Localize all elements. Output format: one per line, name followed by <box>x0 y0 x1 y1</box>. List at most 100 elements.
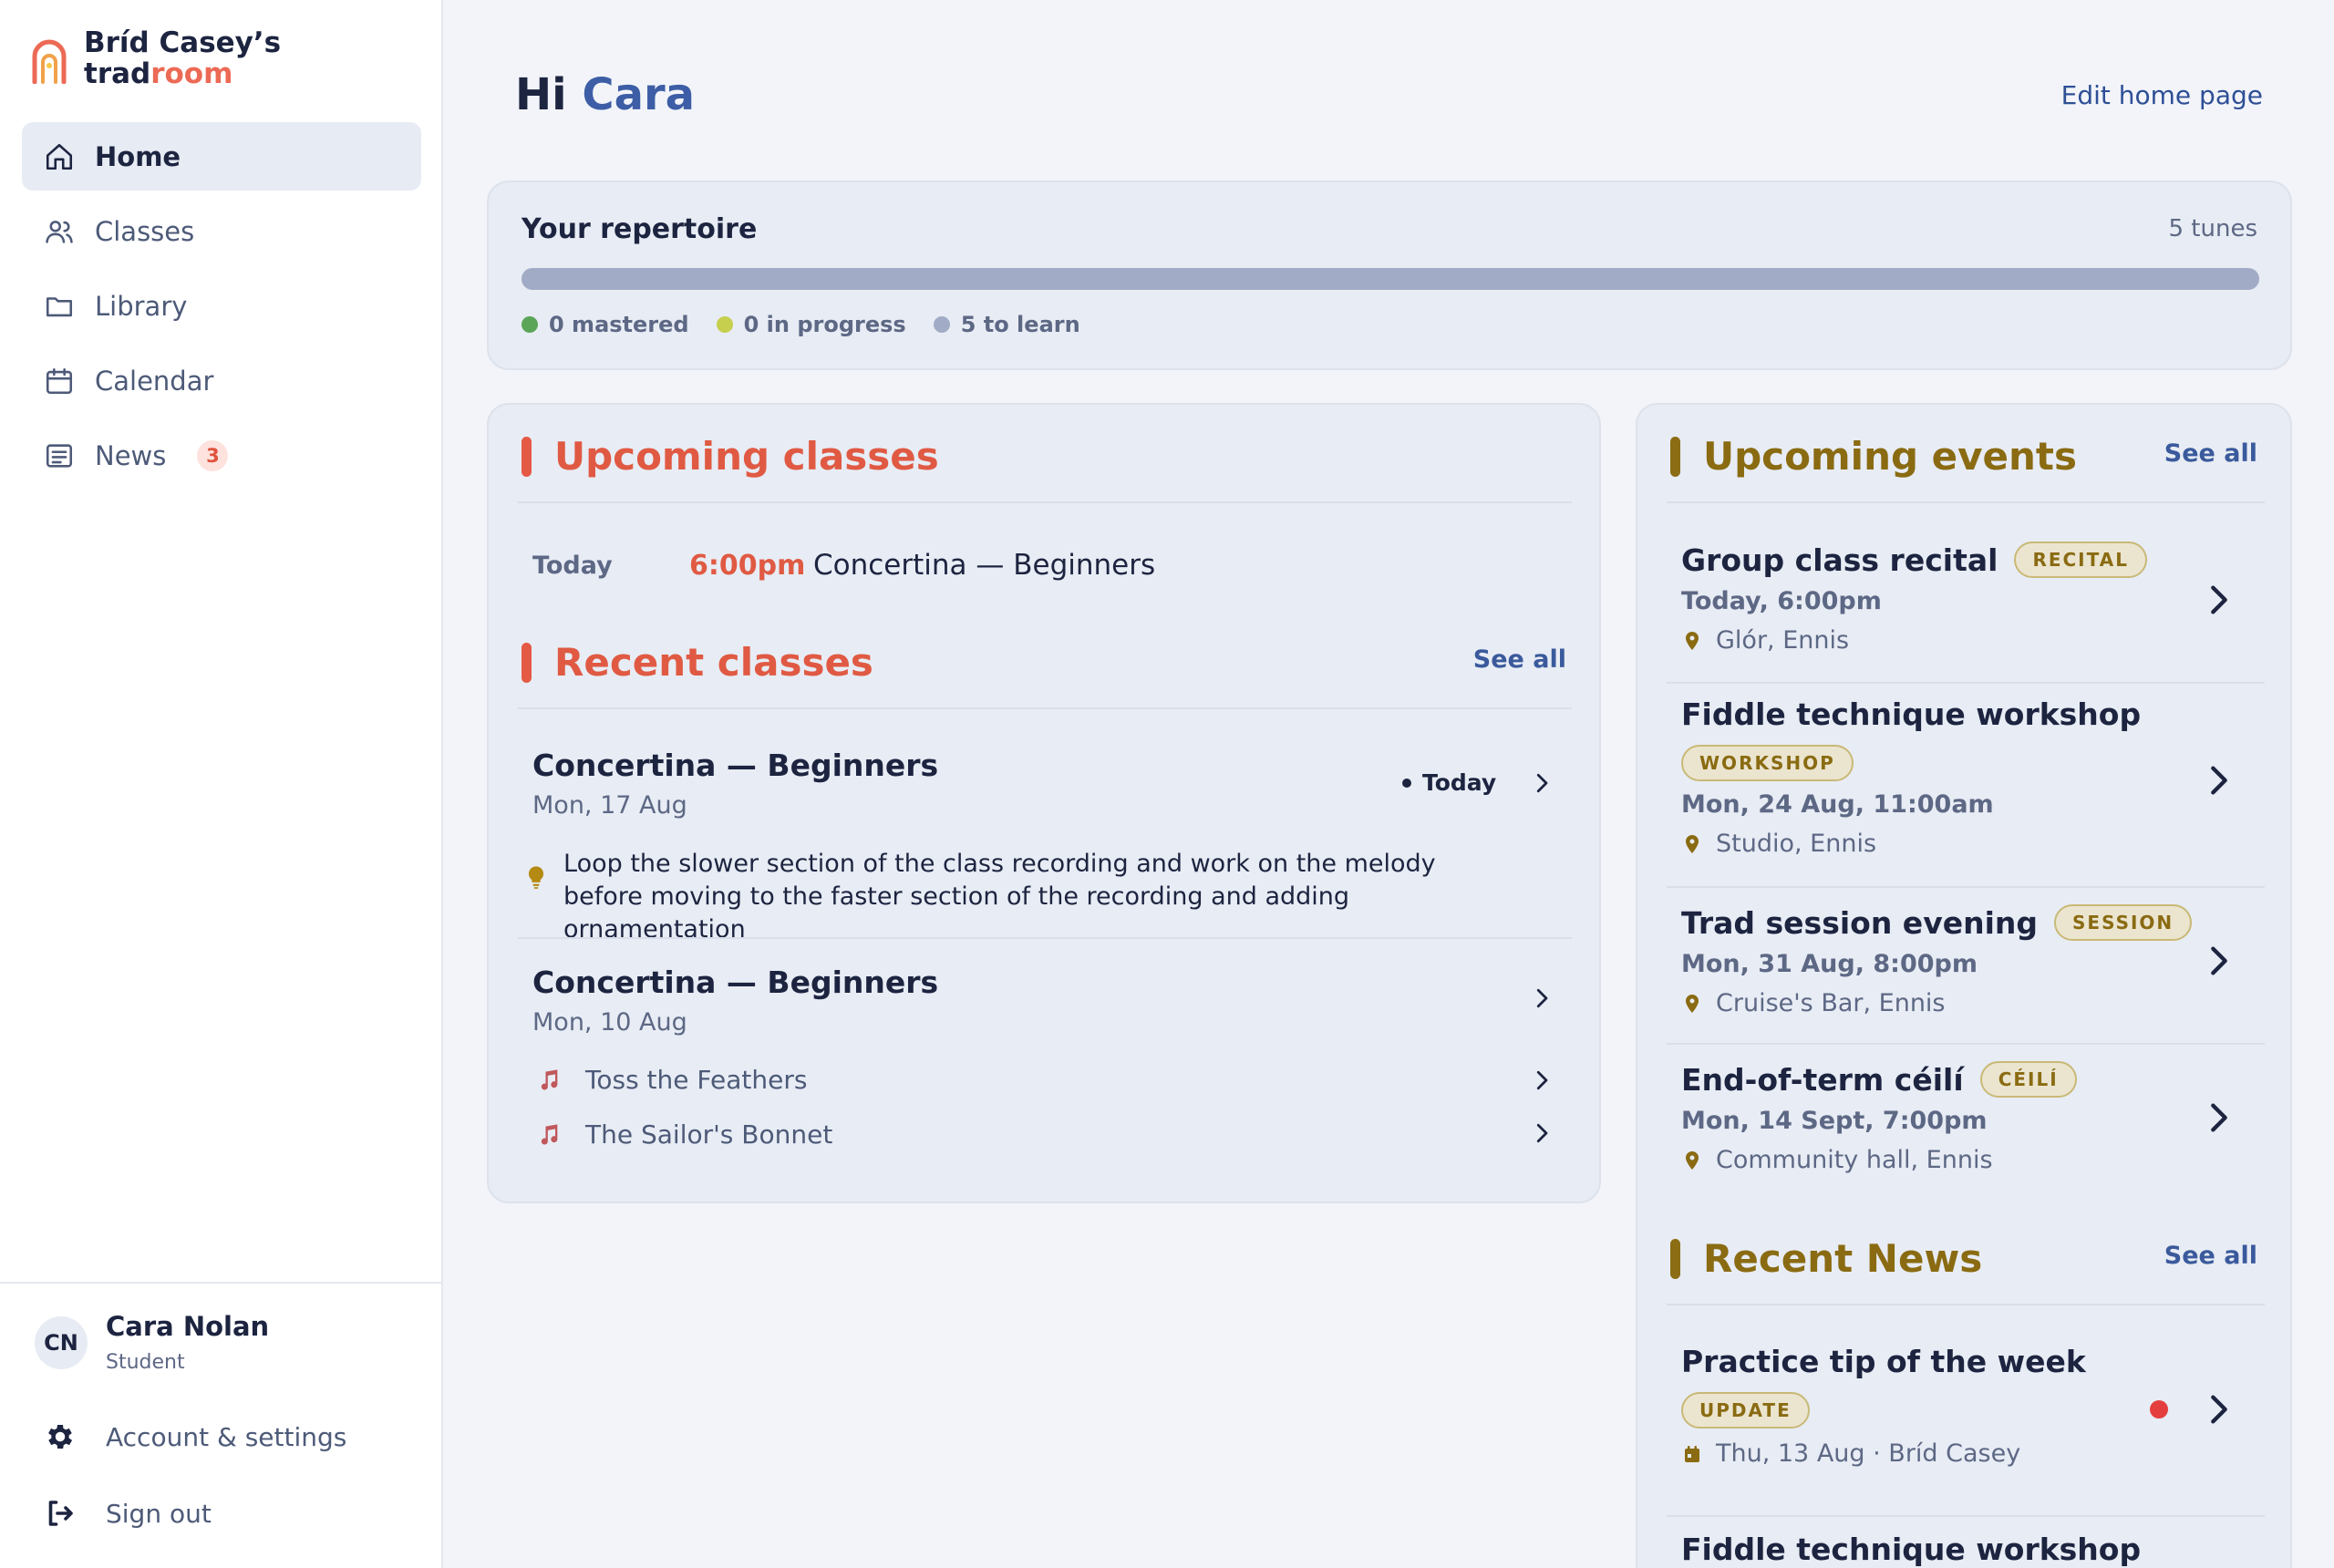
gear-icon <box>48 1424 73 1449</box>
upcoming-class-day: Today <box>532 551 613 580</box>
nav-item-news[interactable]: News 3 <box>22 421 421 490</box>
brand-trad: trad <box>84 57 151 90</box>
nav-item-calendar[interactable]: Calendar <box>22 346 421 415</box>
legend-in-progress: 0 in progress <box>716 312 906 337</box>
chevron-right-icon[interactable] <box>2201 762 2237 799</box>
repertoire-legend: 0 mastered 0 in progress 5 to learn <box>522 312 1108 337</box>
news-tag: UPDATE <box>1681 1392 1810 1429</box>
recent-news-title: Recent News <box>1703 1236 1983 1281</box>
upcoming-events-see-all-link[interactable]: See all <box>2164 439 2257 468</box>
news-title: Practice tip of the week <box>1681 1344 2086 1379</box>
page-title: Hi Cara <box>515 69 695 120</box>
recent-news-header: Recent News <box>1670 1236 1982 1281</box>
folder-icon <box>44 291 75 322</box>
in-progress-dot-icon <box>716 316 733 333</box>
event-title: Group class recital <box>1681 542 1998 578</box>
today-pill: Today <box>1402 769 1496 796</box>
sidebar: Bríd Casey’s tradroom Home Classes Libra… <box>0 0 443 1568</box>
nav-item-classes[interactable]: Classes <box>22 197 421 265</box>
repertoire-card[interactable]: Your repertoire 5 tunes 0 mastered 0 in … <box>487 181 2292 370</box>
news-title: Fiddle technique workshop <box>1681 1532 2142 1567</box>
newspaper-icon <box>44 440 75 471</box>
event-item[interactable]: Fiddle technique workshop WORKSHOP Mon, … <box>1681 696 2265 858</box>
event-tag: CÉILÍ <box>1979 1061 2077 1098</box>
calendar-icon <box>1685 1445 1699 1462</box>
map-pin-icon <box>1686 834 1699 853</box>
event-location: Studio, Ennis <box>1681 830 2265 858</box>
events-news-card: Upcoming events See all Group class reci… <box>1636 403 2292 1568</box>
event-location: Glór, Ennis <box>1681 626 2265 655</box>
music-note-icon <box>541 1068 558 1090</box>
event-item[interactable]: Trad session evening SESSION Mon, 31 Aug… <box>1681 904 2265 1017</box>
upcoming-events-title: Upcoming events <box>1703 434 2077 479</box>
event-datetime: Mon, 24 Aug, 11:00am <box>1681 790 1994 819</box>
recent-class-title: Concertina — Beginners <box>532 965 939 1000</box>
event-datetime: Today, 6:00pm <box>1681 587 1882 615</box>
event-location: Community hall, Ennis <box>1681 1146 2265 1174</box>
upcoming-events-header: Upcoming events <box>1670 434 2077 479</box>
nav-label-classes: Classes <box>95 215 195 247</box>
chevron-right-icon[interactable] <box>1528 769 1555 797</box>
tune-name: Toss the Feathers <box>585 1065 808 1095</box>
recent-news-see-all-link[interactable]: See all <box>2164 1242 2257 1270</box>
event-tag: WORKSHOP <box>1681 745 1854 781</box>
nav-item-library[interactable]: Library <box>22 272 421 340</box>
sidebar-footer: CN Cara Nolan Student Account & settings… <box>0 1282 441 1568</box>
legend-mastered: 0 mastered <box>522 312 689 337</box>
brand-logo[interactable]: Bríd Casey’s tradroom <box>31 27 281 89</box>
nav-label-home: Home <box>95 140 181 172</box>
classes-card: Upcoming classes Today 6:00pm Concertina… <box>487 403 1601 1203</box>
event-title: End-of-term céilí <box>1681 1061 1964 1098</box>
main-nav: Home Classes Library Calendar News 3 <box>22 122 421 496</box>
map-pin-icon <box>1686 1150 1699 1170</box>
practice-tip-text: Loop the slower section of the class rec… <box>563 850 1436 944</box>
chevron-right-icon[interactable] <box>2201 1099 2237 1136</box>
account-settings-link[interactable]: Account & settings <box>44 1420 346 1453</box>
avatar: CN <box>35 1315 88 1369</box>
event-item[interactable]: Group class recital RECITAL Today, 6:00p… <box>1681 542 2265 655</box>
sign-out-label: Sign out <box>106 1498 212 1529</box>
arch-logo-icon <box>32 39 67 84</box>
legend-to-learn: 5 to learn <box>933 312 1080 337</box>
repertoire-progress-bar <box>522 268 2259 290</box>
mastered-dot-icon <box>522 316 538 333</box>
recent-class-date: Mon, 10 Aug <box>532 1008 687 1037</box>
upcoming-class-item[interactable]: Today 6:00pm Concertina — Beginners <box>532 549 1155 582</box>
recent-classes-title: Recent classes <box>554 640 873 685</box>
sign-out-link[interactable]: Sign out <box>44 1497 212 1530</box>
event-datetime: Mon, 14 Sept, 7:00pm <box>1681 1107 1988 1135</box>
tune-name: The Sailor's Bonnet <box>585 1119 833 1150</box>
sign-out-icon <box>48 1501 73 1526</box>
chevron-right-icon[interactable] <box>1528 1067 1555 1094</box>
repertoire-title: Your repertoire <box>522 213 758 245</box>
upcoming-class-time: 6:00pm <box>689 549 806 582</box>
tune-item[interactable]: The Sailor's Bonnet <box>536 1119 832 1150</box>
calendar-icon <box>44 366 75 397</box>
chevron-right-icon[interactable] <box>1528 1119 1555 1147</box>
brand-line1: Bríd Casey’s <box>84 26 282 59</box>
upcoming-class-name: Concertina — Beginners <box>813 549 1156 582</box>
music-note-icon <box>541 1123 558 1145</box>
user-profile[interactable]: CN Cara Nolan Student <box>35 1311 269 1374</box>
lightbulb-icon <box>528 866 544 889</box>
chevron-right-icon[interactable] <box>2201 1391 2237 1428</box>
chevron-right-icon[interactable] <box>2201 582 2237 618</box>
nav-label-calendar: Calendar <box>95 365 214 397</box>
event-title: Fiddle technique workshop <box>1681 696 2142 732</box>
recent-classes-see-all-link[interactable]: See all <box>1473 645 1566 674</box>
chevron-right-icon[interactable] <box>1528 985 1555 1012</box>
account-settings-label: Account & settings <box>106 1421 347 1452</box>
news-item[interactable]: Fiddle technique workshop <box>1681 1532 2265 1567</box>
event-item[interactable]: End-of-term céilí CÉILÍ Mon, 14 Sept, 7:… <box>1681 1061 2265 1174</box>
unread-dot-icon <box>2150 1400 2168 1418</box>
tune-item[interactable]: Toss the Feathers <box>536 1065 807 1095</box>
nav-item-home[interactable]: Home <box>22 122 421 191</box>
brand-room: room <box>150 57 233 90</box>
chevron-right-icon[interactable] <box>2201 943 2237 979</box>
news-item[interactable]: Practice tip of the week UPDATE Thu, 13 … <box>1681 1344 2265 1468</box>
upcoming-classes-header: Upcoming classes <box>522 434 939 479</box>
event-title: Trad session evening <box>1681 904 2039 941</box>
edit-home-page-link[interactable]: Edit home page <box>2061 80 2263 110</box>
user-name: Cara Nolan <box>106 1311 270 1342</box>
upcoming-classes-title: Upcoming classes <box>554 434 939 479</box>
